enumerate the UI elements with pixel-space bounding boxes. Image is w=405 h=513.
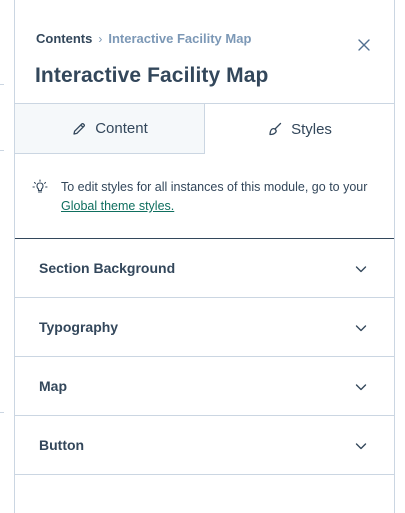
breadcrumb-contents-link[interactable]: Contents — [36, 31, 92, 46]
map-accordion[interactable]: Map — [15, 357, 394, 416]
tab-content[interactable]: Content — [15, 104, 205, 154]
breadcrumb-separator-icon: › — [98, 31, 103, 46]
brush-icon — [269, 122, 282, 136]
background-divider — [0, 84, 4, 85]
global-theme-styles-link[interactable]: Global theme styles. — [61, 199, 174, 213]
editor-tabs: Content Styles — [15, 104, 394, 154]
pencil-icon — [73, 122, 86, 135]
background-divider — [0, 412, 4, 413]
notice-message: To edit styles for all instances of this… — [61, 180, 368, 194]
background-strip-right — [395, 0, 405, 513]
section-label: Map — [39, 378, 67, 394]
global-styles-notice: To edit styles for all instances of this… — [15, 154, 394, 239]
section-label: Section Background — [39, 260, 176, 276]
tab-content-label: Content — [95, 120, 148, 137]
chevron-down-icon — [355, 443, 367, 450]
chevron-down-icon — [355, 266, 367, 273]
lightbulb-icon — [32, 179, 48, 193]
style-sections: Section Background Typography Map Button — [15, 239, 394, 475]
tab-styles-label: Styles — [291, 120, 332, 138]
button-accordion[interactable]: Button — [15, 416, 394, 475]
breadcrumb-current: Interactive Facility Map — [108, 31, 252, 46]
notice-text: To edit styles for all instances of this… — [61, 178, 386, 216]
section-label: Button — [39, 437, 85, 453]
panel-title: Interactive Facility Map — [35, 64, 269, 87]
tab-styles[interactable]: Styles — [205, 104, 394, 154]
typography-accordion[interactable]: Typography — [15, 298, 394, 357]
section-background-accordion[interactable]: Section Background — [15, 239, 394, 298]
chevron-down-icon — [355, 325, 367, 332]
close-button[interactable] — [355, 36, 373, 54]
close-icon — [358, 39, 370, 51]
background-strip-left — [0, 0, 14, 513]
module-editor-panel: Contents › Interactive Facility Map Inte… — [14, 0, 395, 513]
chevron-down-icon — [355, 384, 367, 391]
background-divider — [0, 150, 4, 151]
panel-header: Contents › Interactive Facility Map Inte… — [15, 0, 394, 104]
breadcrumb: Contents › Interactive Facility Map — [36, 31, 251, 46]
section-label: Typography — [39, 319, 119, 335]
